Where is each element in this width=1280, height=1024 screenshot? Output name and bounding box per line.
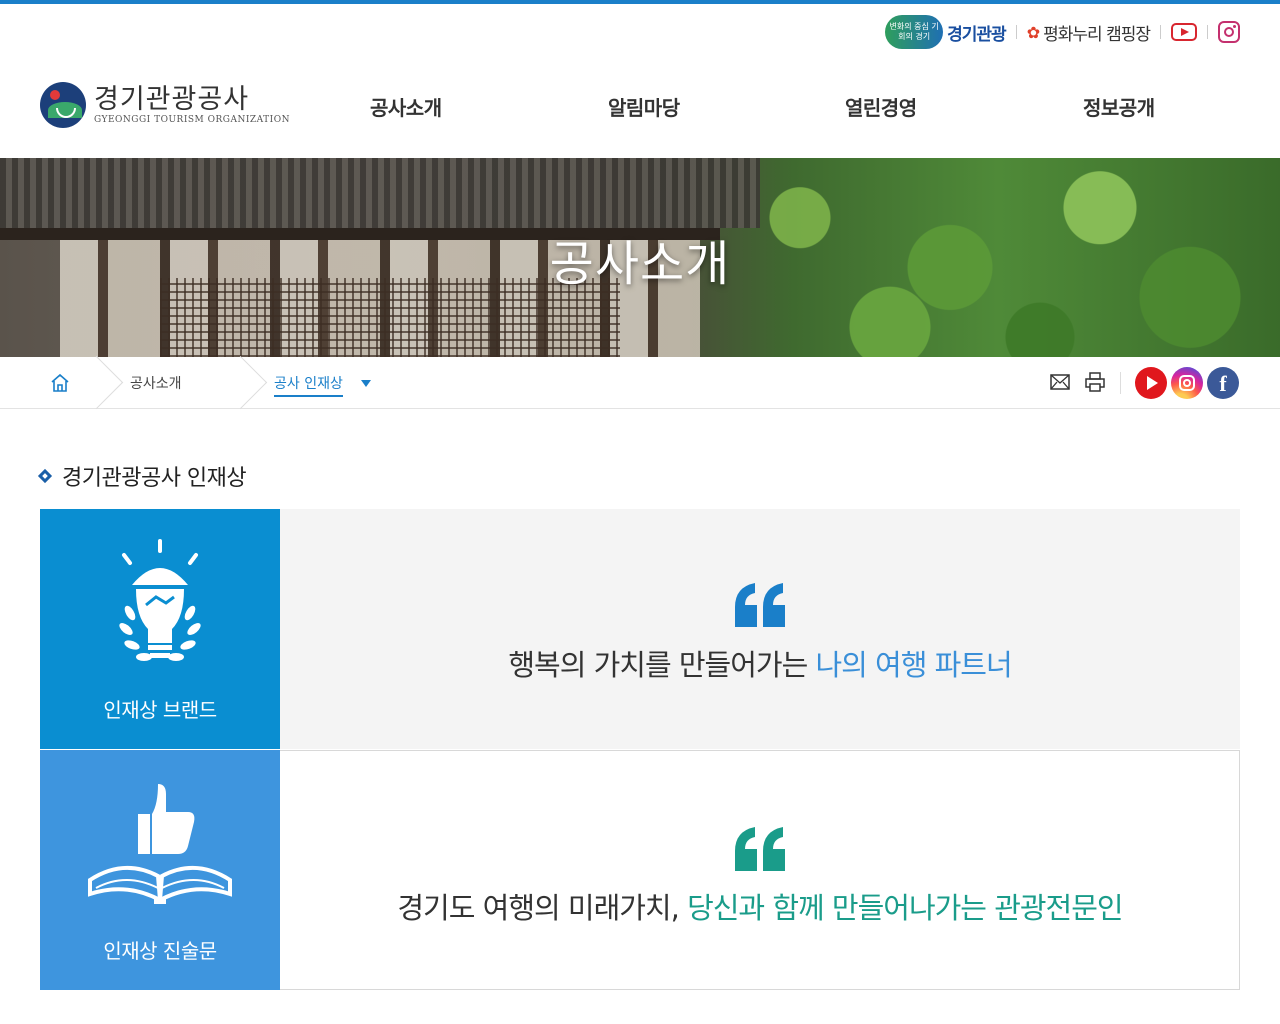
utility-bar: 변화의 중심 기회의 경기 경기관광 ✿ 평화누리 캠핑장 [885, 14, 1240, 50]
divider [1015, 25, 1017, 39]
instagram-icon[interactable] [1218, 21, 1240, 43]
brand-text: 경기관광 [947, 24, 1007, 45]
talent-card-statement: 인재상 진술문 경기도 여행의 미래가치, 당신과 함께 만들어나가는 관광전문… [40, 750, 1240, 990]
logo-text-en: GYEONGGI TOURISM ORGANIZATION [94, 115, 290, 125]
section-title-text: 경기관광공사 인재상 [62, 466, 247, 491]
nav-item-management[interactable]: 열린경영 [845, 92, 917, 121]
site-logo[interactable]: 경기관광공사 GYEONGGI TOURISM ORGANIZATION [40, 82, 290, 128]
lightbulb-handshake-icon [119, 539, 201, 661]
badge-logo: 변화의 중심 기회의 경기 [885, 15, 944, 49]
divider [1207, 25, 1208, 39]
nav-item-notice[interactable]: 알림마당 [608, 92, 680, 121]
thumbs-up-book-icon [88, 784, 232, 904]
logo-mark-icon [40, 82, 86, 128]
quote-icon [735, 583, 785, 627]
breadcrumb-divider [96, 357, 122, 409]
camping-link[interactable]: ✿ 평화누리 캠핑장 [1026, 20, 1151, 45]
statement-highlight: 당신과 함께 만들어나가는 관광전문인 [687, 891, 1124, 925]
top-accent-line [0, 0, 1280, 4]
card-side-panel: 인재상 브랜드 [40, 509, 280, 749]
card-body: 경기도 여행의 미래가치, 당신과 함께 만들어나가는 관광전문인 [280, 750, 1240, 990]
statement-highlight: 나의 여행 파트너 [815, 648, 1012, 682]
card-statement: 행복의 가치를 만들어가는 나의 여행 파트너 [280, 642, 1240, 684]
hero-title: 공사소개 [549, 236, 731, 292]
flower-icon: ✿ [1026, 22, 1040, 42]
home-icon[interactable] [50, 373, 70, 393]
breadcrumb-level2[interactable]: 공사 인재상 [274, 373, 343, 397]
print-icon[interactable] [1085, 372, 1105, 392]
camping-text: 평화누리 캠핑장 [1043, 24, 1151, 45]
card-label: 인재상 브랜드 [103, 698, 217, 722]
statement-plain: 행복의 가치를 만들어가는 [508, 648, 816, 682]
quote-icon [735, 827, 785, 871]
divider [1160, 25, 1161, 39]
nav-item-about[interactable]: 공사소개 [370, 92, 442, 121]
facebook-icon[interactable]: f [1207, 367, 1239, 399]
gyeonggi-tour-link[interactable]: 변화의 중심 기회의 경기 경기관광 [885, 15, 1007, 49]
mail-icon[interactable] [1050, 374, 1070, 390]
hero-banner: 공사소개 [0, 158, 1280, 357]
breadcrumb-level1[interactable]: 공사소개 [130, 373, 182, 393]
breadcrumb-divider [240, 357, 266, 409]
talent-card-brand: 인재상 브랜드 행복의 가치를 만들어가는 나의 여행 파트너 [40, 509, 1240, 749]
main-nav: 공사소개 알림마당 열린경영 정보공개 [370, 92, 1170, 121]
caret-down-icon[interactable] [361, 380, 371, 387]
youtube-icon[interactable] [1135, 367, 1167, 399]
card-side-panel: 인재상 진술문 [40, 750, 280, 990]
card-label: 인재상 진술문 [103, 939, 217, 963]
divider [1120, 372, 1121, 394]
nav-item-disclosure[interactable]: 정보공개 [1083, 92, 1155, 121]
logo-text-ko: 경기관광공사 [94, 84, 250, 115]
diamond-bullet-icon [37, 468, 53, 484]
card-statement: 경기도 여행의 미래가치, 당신과 함께 만들어나가는 관광전문인 [280, 885, 1240, 927]
youtube-icon[interactable] [1171, 23, 1197, 41]
section-title: 경기관광공사 인재상 [37, 460, 247, 492]
instagram-icon[interactable] [1171, 367, 1203, 399]
statement-plain: 경기도 여행의 미래가치, [397, 891, 688, 925]
card-body: 행복의 가치를 만들어가는 나의 여행 파트너 [280, 509, 1240, 749]
